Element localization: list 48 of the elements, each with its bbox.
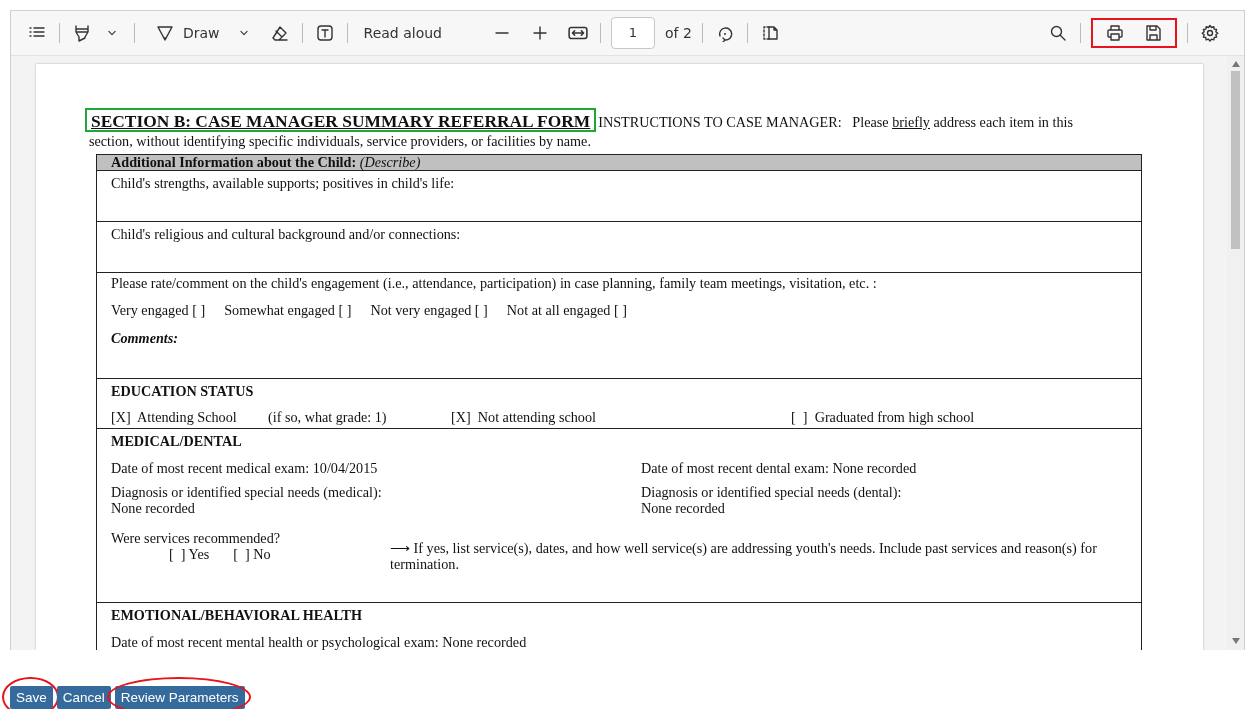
checkbox-option: Not at all engaged [ ] — [506, 300, 627, 322]
checkbox-option: [ ] Yes — [169, 546, 210, 563]
instructions-text: ⟶ If yes, list service(s), dates, and how well service(s) are addressing youth's needs. Include past services and reason(s) for termination. — [390, 540, 1098, 573]
save-icon[interactable] — [1144, 24, 1162, 42]
checkbox-option: Not very engaged [ ] — [370, 300, 488, 322]
action-button[interactable]: Review Parameters — [114, 686, 245, 709]
table-header: Additional Information about the Child: (Describe) — [97, 154, 1141, 170]
settings-icon[interactable] — [1201, 24, 1219, 42]
form-prompt: Please rate/comment on the child's engagement (i.e., attendance, participation) in case planning, family team meetings, visitation, etc. : — [111, 274, 878, 293]
grade-text: (if so, what grade: 1) — [268, 408, 388, 428]
read-aloud-button[interactable]: Read aloud — [363, 18, 442, 48]
highlighter-icon[interactable] — [73, 24, 91, 42]
zoom-in-icon[interactable] — [531, 24, 549, 42]
action-button[interactable]: Save — [10, 686, 53, 709]
pen-icon[interactable] — [156, 24, 174, 42]
page-number-field[interactable]: 1 — [611, 17, 655, 49]
form-text: None recorded — [111, 500, 196, 517]
comments-label: Comments: — [111, 328, 179, 348]
form-prompt: Child's religious and cultural background and/or connections: — [111, 225, 462, 244]
checkbox-option: [ ] Graduated from high school — [791, 407, 1127, 429]
section-heading: EMOTIONAL/BEHAVIORAL HEALTH — [111, 606, 364, 625]
scroll-up-icon[interactable] — [1231, 61, 1240, 67]
form-text: Diagnosis or identified special needs (dental): — [641, 484, 903, 501]
section-heading: MEDICAL/DENTAL — [111, 432, 243, 451]
form-heading: SECTION B: CASE MANAGER SUMMARY REFERRAL FORM INSTRUCTIONS TO CASE MANAGER: Please briefly address each item in this section, without identifying specific individuals, service providers, or facilities by name. — [89, 112, 1074, 151]
scroll-down-icon[interactable] — [1231, 638, 1240, 644]
form-text: None recorded — [641, 500, 726, 517]
section-heading: EDUCATION STATUS — [111, 382, 255, 401]
checkbox-option: Very engaged [ ] — [111, 300, 206, 322]
checkbox-option: [X] Attending School — [111, 407, 268, 429]
action-button[interactable]: Cancel — [56, 686, 111, 709]
question-text: Were services recommended? — [111, 530, 282, 547]
form-text: Diagnosis or identified special needs (medical): — [111, 484, 383, 501]
page-view-icon[interactable] — [760, 24, 779, 42]
text-box-icon[interactable] — [315, 24, 334, 42]
form-text: Date of most recent medical exam: 10/04/2015 — [111, 460, 379, 477]
page-count: of 2 — [665, 23, 692, 43]
form-text: Date of most recent dental exam: None recorded — [641, 460, 918, 477]
draw-button[interactable]: Draw — [183, 18, 220, 48]
form-text: Date of most recent mental health or psychological exam: None recorded — [111, 633, 528, 650]
checkbox-option: Somewhat engaged [ ] — [224, 300, 352, 322]
checkbox-option: [X] Not attending school — [451, 407, 791, 429]
eraser-icon[interactable] — [270, 24, 289, 42]
scroll-thumb[interactable] — [1231, 71, 1240, 249]
search-icon[interactable] — [1049, 24, 1067, 42]
form-prompt: Child's strengths, available supports; positives in child's life: — [111, 174, 456, 193]
checkbox-option: [ ] No — [233, 546, 271, 563]
print-icon[interactable] — [1106, 24, 1124, 42]
